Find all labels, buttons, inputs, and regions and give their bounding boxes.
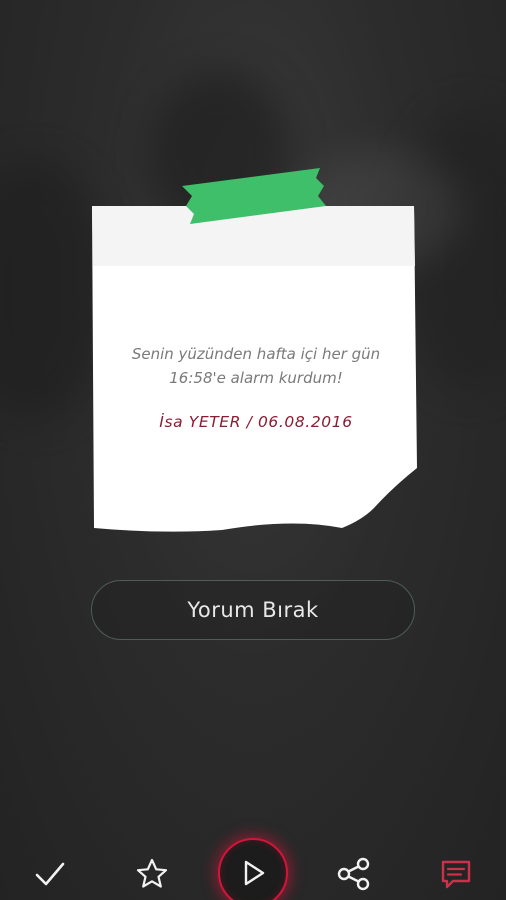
star-icon [136, 858, 168, 888]
note-message-line: Senin yüzünden hafta içi her gün [131, 345, 381, 363]
check-button[interactable] [30, 854, 70, 894]
play-button[interactable] [218, 838, 288, 900]
bottom-action-bar [0, 830, 506, 900]
share-button[interactable] [334, 854, 374, 894]
play-icon [244, 860, 265, 886]
note-author: İsa YETER / 06.08.2016 [159, 413, 353, 431]
favorite-button[interactable] [132, 854, 172, 894]
leave-comment-button[interactable]: Yorum Bırak [91, 580, 415, 640]
sticky-note: Senin yüzünden hafta içi her gün 16:58'e… [92, 168, 420, 538]
screen: Senin yüzünden hafta içi her gün 16:58'e… [0, 0, 506, 900]
comment-icon [441, 860, 471, 889]
leave-comment-label: Yorum Bırak [187, 598, 319, 622]
check-icon [35, 862, 65, 886]
tape-strip [182, 168, 326, 224]
note-message: Senin yüzünden hafta içi her gün 16:58'e… [112, 342, 400, 390]
note-message-line: 16:58'e alarm kurdum! [169, 369, 343, 387]
share-icon [337, 857, 370, 891]
comments-button[interactable] [436, 854, 476, 894]
